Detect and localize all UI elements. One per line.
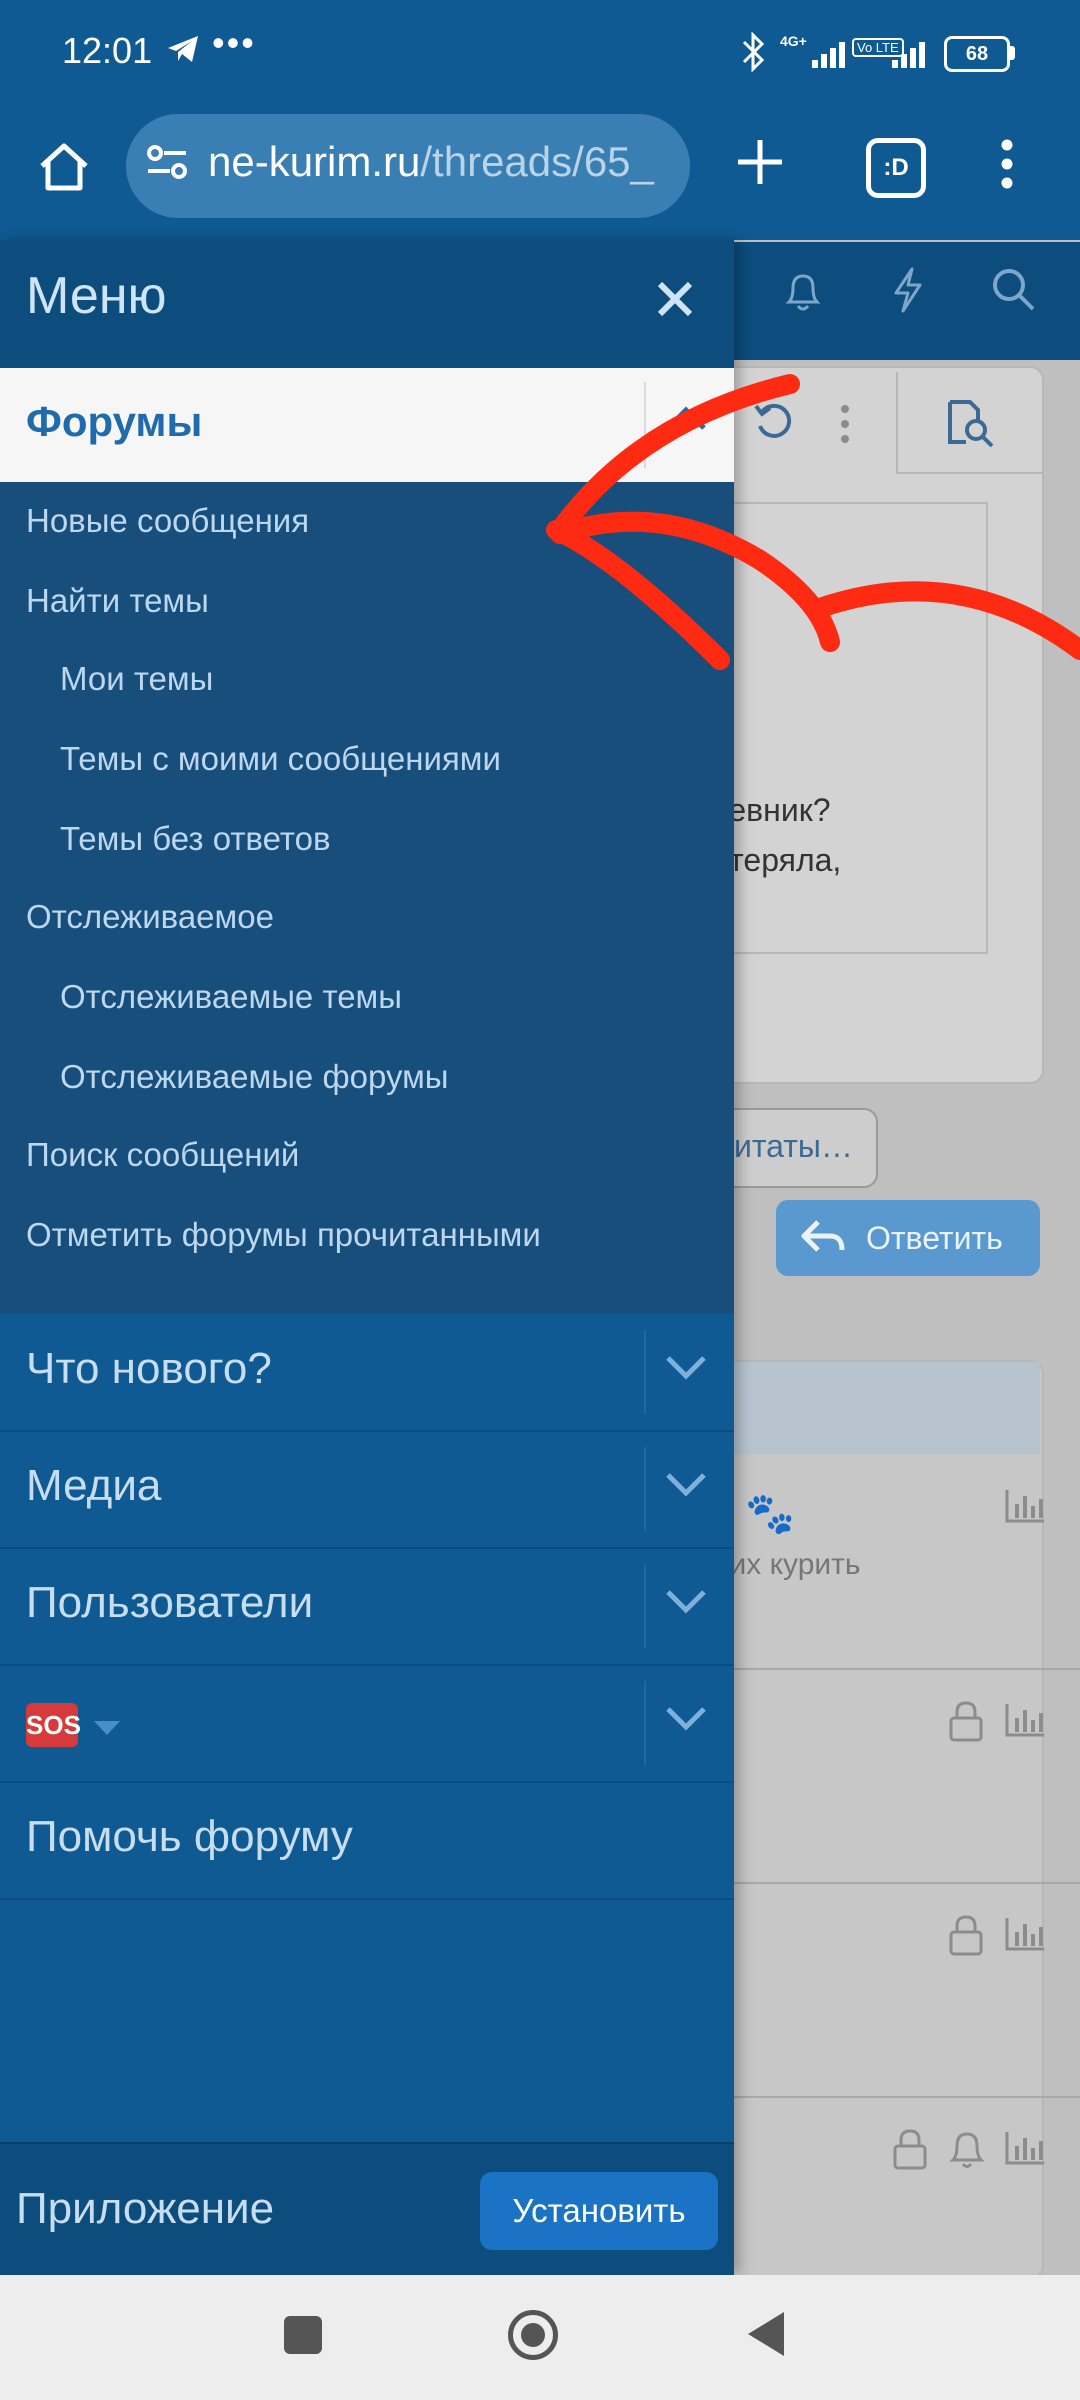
annotation-arrow <box>546 374 1080 670</box>
back-icon[interactable] <box>748 2312 784 2356</box>
home-nav-dot <box>521 2323 545 2347</box>
recents-icon[interactable] <box>284 2316 322 2354</box>
